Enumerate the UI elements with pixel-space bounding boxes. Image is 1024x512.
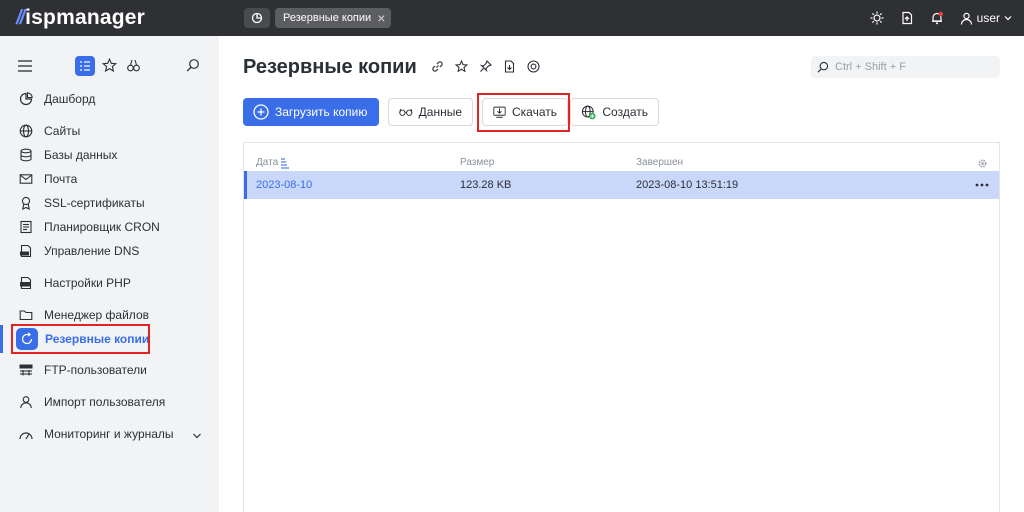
sidebar-item-label: Мониторинг и журналы (44, 427, 174, 441)
logo-text: ispmanager (25, 6, 146, 29)
page-title: Резервные копии (243, 56, 417, 78)
mail-icon (18, 171, 34, 187)
top-bar: // ispmanager Резервные копии × user (0, 0, 1024, 36)
folder-icon (18, 307, 34, 323)
search-field[interactable] (811, 56, 1000, 78)
pin-icon[interactable] (479, 60, 492, 78)
plus-circle-icon (253, 104, 269, 120)
star-icon[interactable] (101, 57, 118, 78)
sidebar-item-monitoring[interactable]: Мониторинг и журналы (18, 424, 174, 444)
sidebar-item-mail[interactable]: Почта (18, 169, 77, 189)
highlight-box (11, 324, 150, 354)
certificate-icon (18, 195, 34, 211)
cron-icon (18, 219, 34, 235)
logo[interactable]: // ispmanager (16, 6, 145, 30)
pie-chart-icon (251, 12, 263, 24)
more-options-icon[interactable] (975, 178, 989, 197)
sidebar-item-label: SSL-сертификаты (44, 196, 145, 210)
theme-sun-icon[interactable] (870, 11, 884, 25)
php-icon (18, 275, 34, 291)
cell-date[interactable]: 2023-08-10 (256, 179, 312, 191)
column-header-size[interactable]: Размер (460, 157, 494, 168)
logo-mark: // (16, 6, 25, 29)
sidebar-item-cron[interactable]: Планировщик CRON (18, 217, 160, 237)
sidebar-item-databases[interactable]: Базы данных (18, 145, 117, 165)
cell-size: 123.28 KB (460, 179, 512, 191)
sidebar-item-user-import[interactable]: Импорт пользователя (18, 392, 165, 412)
sidebar-item-label: Базы данных (44, 148, 118, 162)
data-button[interactable]: Данные (388, 98, 473, 126)
sidebar-item-dashboard[interactable]: Дашборд (18, 89, 95, 109)
chevron-down-icon[interactable] (192, 428, 202, 446)
search-icon (817, 61, 829, 73)
sidebar-item-label: Настройки PHP (44, 276, 131, 290)
chevron-down-icon (1004, 16, 1012, 21)
user-menu[interactable]: user (960, 11, 1012, 25)
create-button[interactable]: Создать (570, 98, 659, 126)
backups-table: Дата Размер Завершен 2023-08-10 123.28 K… (243, 142, 1000, 512)
sidebar-item-label: Почта (44, 172, 78, 186)
upload-copy-button[interactable]: Загрузить копию (243, 98, 379, 126)
globe-add-icon (581, 105, 596, 119)
column-header-finished[interactable]: Завершен (636, 157, 683, 168)
close-icon[interactable]: × (377, 11, 385, 25)
sidebar-item-label: FTP-пользователи (44, 363, 147, 377)
highlight-box (477, 93, 570, 132)
column-header-date[interactable]: Дата (256, 157, 278, 168)
sidebar-item-label: Сайты (44, 124, 81, 138)
button-label: Данные (418, 105, 462, 119)
search-icon[interactable] (186, 58, 200, 77)
main-content: Резервные копии Загрузить копию Данные С… (219, 36, 1024, 512)
dashboard-icon (18, 91, 34, 107)
sidebar-item-label: Менеджер файлов (44, 308, 149, 322)
sidebar: Дашборд Сайты Базы данных Почта SSL-серт… (0, 36, 219, 512)
ftp-icon (18, 362, 34, 378)
upload-file-icon[interactable] (900, 11, 914, 25)
monitoring-icon (18, 426, 34, 442)
sidebar-item-label: Дашборд (44, 92, 96, 106)
list-view-icon[interactable] (75, 56, 95, 76)
menu-icon[interactable] (18, 59, 32, 77)
notification-bell-icon[interactable] (930, 11, 944, 25)
sidebar-item-ftp[interactable]: FTP-пользователи (18, 360, 147, 380)
star-icon[interactable] (454, 59, 469, 78)
home-tab-button[interactable] (244, 8, 270, 28)
active-indicator (0, 325, 3, 353)
sidebar-item-sites[interactable]: Сайты (18, 121, 80, 141)
button-label: Создать (602, 105, 648, 119)
database-icon (18, 147, 34, 163)
tab-label: Резервные копии (283, 12, 372, 24)
search-input[interactable] (835, 61, 995, 73)
sidebar-item-dns[interactable]: Управление DNS (18, 241, 139, 261)
sidebar-item-label: Планировщик CRON (44, 220, 160, 234)
user-name: user (976, 11, 1000, 25)
sidebar-item-label: Импорт пользователя (44, 395, 166, 409)
link-icon[interactable] (431, 60, 444, 78)
document-icon[interactable] (503, 60, 516, 78)
help-icon[interactable] (527, 60, 540, 78)
button-label: Загрузить копию (275, 105, 368, 119)
globe-icon (18, 123, 34, 139)
sidebar-item-file-manager[interactable]: Менеджер файлов (18, 305, 149, 325)
tab-backups[interactable]: Резервные копии × (275, 8, 392, 28)
glasses-icon (399, 108, 413, 116)
sidebar-item-php[interactable]: Настройки PHP (18, 273, 131, 293)
sidebar-item-ssl[interactable]: SSL-сертификаты (18, 193, 145, 213)
table-row[interactable]: 2023-08-10 123.28 KB 2023-08-10 13:51:19 (244, 171, 999, 199)
dns-icon (18, 243, 34, 259)
user-import-icon (18, 394, 34, 410)
user-icon (960, 12, 972, 25)
cell-finished: 2023-08-10 13:51:19 (636, 179, 739, 191)
plugins-icon[interactable] (126, 58, 141, 78)
sidebar-item-label: Управление DNS (44, 244, 140, 258)
